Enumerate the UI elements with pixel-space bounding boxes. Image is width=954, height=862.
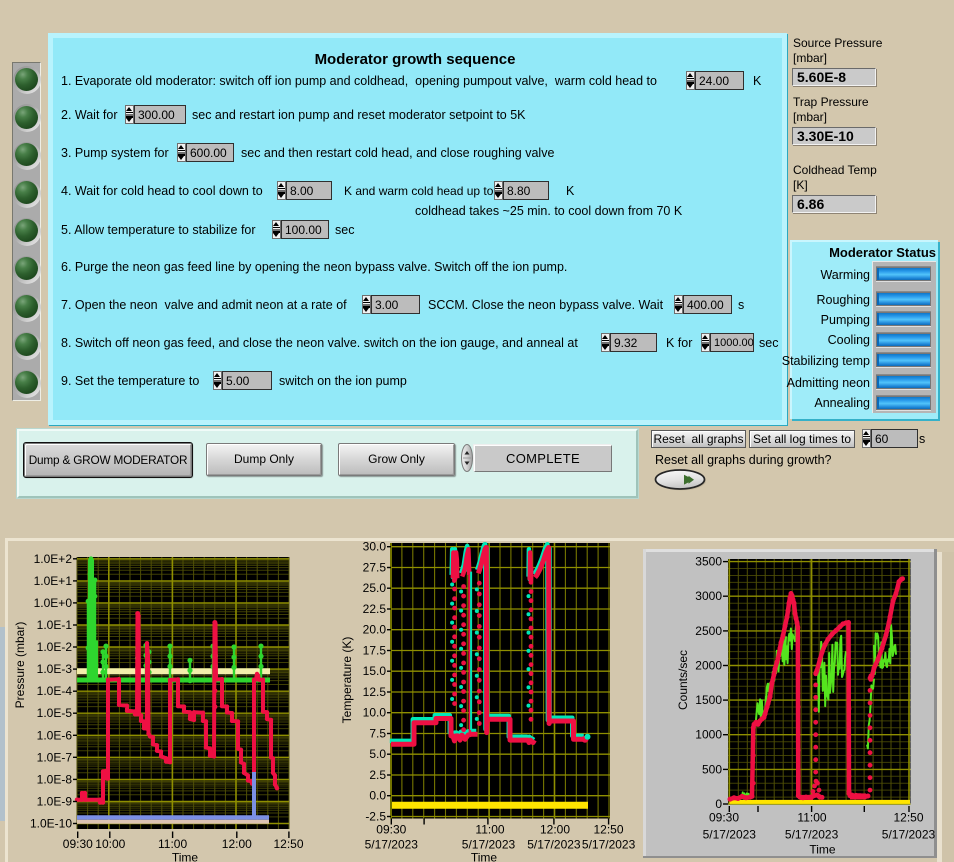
svg-text:Time: Time — [172, 851, 199, 862]
svg-text:3000: 3000 — [695, 589, 722, 603]
svg-text:12.5: 12.5 — [363, 685, 387, 699]
svg-text:17.5: 17.5 — [363, 644, 387, 658]
svg-text:1.0E-8: 1.0E-8 — [37, 772, 73, 786]
svg-text:5/17/2023: 5/17/2023 — [703, 828, 757, 842]
svg-text:Time: Time — [809, 843, 836, 857]
svg-text:22.5: 22.5 — [363, 602, 387, 616]
svg-text:20.0: 20.0 — [363, 623, 387, 637]
svg-text:09:30: 09:30 — [709, 811, 739, 825]
svg-text:11:00: 11:00 — [797, 811, 826, 825]
svg-text:Counts/sec: Counts/sec — [676, 650, 690, 710]
svg-text:09:30: 09:30 — [376, 823, 406, 837]
svg-text:11:00: 11:00 — [158, 837, 187, 851]
svg-text:2.5: 2.5 — [369, 768, 386, 782]
svg-text:5/17/2023: 5/17/2023 — [462, 838, 516, 852]
svg-text:10:00: 10:00 — [95, 837, 125, 851]
svg-text:5/17/2023: 5/17/2023 — [527, 838, 581, 852]
svg-text:12:00: 12:00 — [222, 837, 252, 851]
svg-text:30.0: 30.0 — [363, 540, 387, 554]
svg-text:1.0E-1: 1.0E-1 — [37, 618, 73, 632]
svg-text:2500: 2500 — [695, 624, 722, 638]
svg-text:0.0: 0.0 — [369, 789, 386, 803]
svg-text:1.0E-2: 1.0E-2 — [37, 640, 73, 654]
svg-text:1.0E-3: 1.0E-3 — [37, 662, 73, 676]
svg-text:5/17/2023: 5/17/2023 — [365, 838, 419, 852]
svg-text:Temperature (K): Temperature (K) — [340, 637, 354, 724]
svg-text:1.0E-4: 1.0E-4 — [37, 684, 73, 698]
svg-text:1000: 1000 — [695, 728, 722, 742]
svg-text:11:00: 11:00 — [475, 823, 504, 837]
svg-text:1500: 1500 — [695, 693, 722, 707]
svg-text:12:50: 12:50 — [893, 811, 923, 825]
svg-text:1.0E-7: 1.0E-7 — [37, 750, 73, 764]
svg-text:27.5: 27.5 — [363, 561, 387, 575]
svg-text:15.0: 15.0 — [363, 664, 387, 678]
svg-text:1.0E-9: 1.0E-9 — [37, 795, 73, 809]
svg-text:5/17/2023: 5/17/2023 — [882, 828, 936, 842]
svg-text:2000: 2000 — [695, 659, 722, 673]
svg-text:0: 0 — [715, 797, 722, 811]
svg-text:1.0E+2: 1.0E+2 — [34, 552, 73, 566]
svg-text:5/17/2023: 5/17/2023 — [785, 828, 839, 842]
svg-text:1.0E+0: 1.0E+0 — [34, 596, 73, 610]
svg-text:25.0: 25.0 — [363, 581, 387, 595]
svg-text:1.0E-10: 1.0E-10 — [30, 817, 72, 831]
svg-text:Pressure (mbar): Pressure (mbar) — [13, 622, 27, 709]
svg-text:12:50: 12:50 — [273, 837, 303, 851]
svg-text:12:50: 12:50 — [593, 823, 623, 837]
svg-text:09:30: 09:30 — [63, 837, 93, 851]
svg-text:12:00: 12:00 — [540, 823, 570, 837]
svg-text:5.0: 5.0 — [369, 747, 386, 761]
svg-text:1.0E-6: 1.0E-6 — [37, 728, 73, 742]
svg-text:-2.5: -2.5 — [365, 810, 386, 824]
svg-text:500: 500 — [702, 762, 722, 776]
svg-text:1.0E-5: 1.0E-5 — [37, 706, 73, 720]
svg-text:Time: Time — [471, 851, 498, 862]
svg-text:5/17/2023: 5/17/2023 — [582, 838, 636, 852]
svg-text:10.0: 10.0 — [363, 706, 387, 720]
svg-text:1.0E+1: 1.0E+1 — [34, 574, 73, 588]
svg-text:3500: 3500 — [695, 555, 722, 569]
svg-text:7.5: 7.5 — [369, 727, 386, 741]
